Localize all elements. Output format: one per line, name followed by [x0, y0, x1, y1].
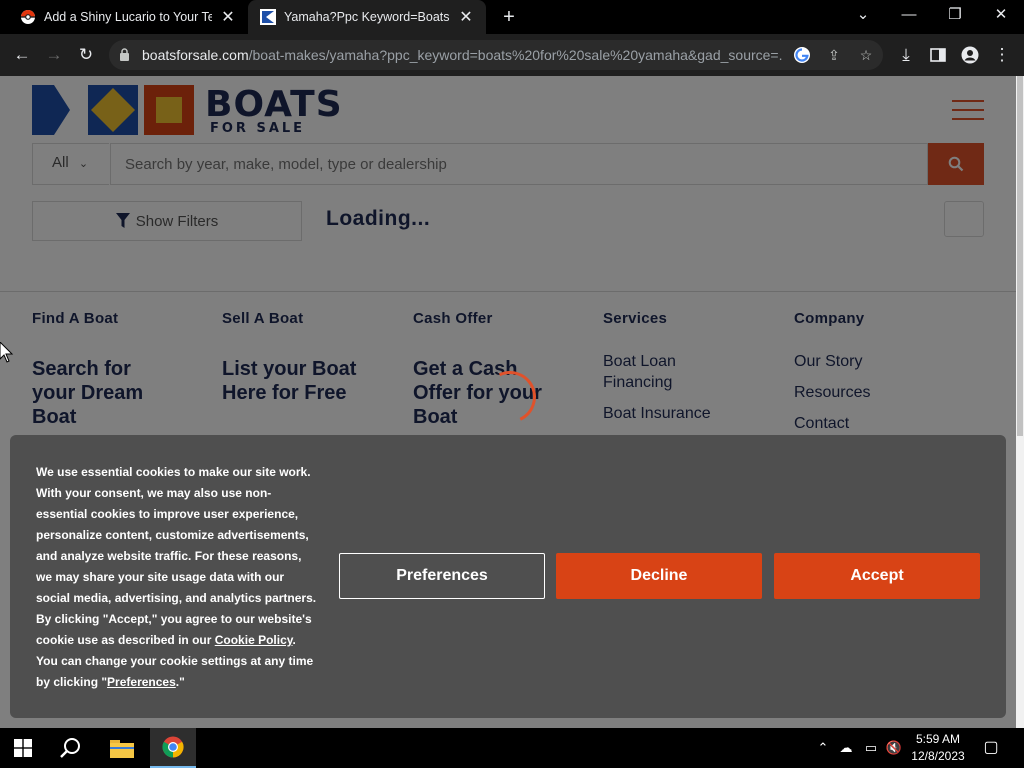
close-window-button[interactable]: ✕	[978, 0, 1024, 34]
back-icon[interactable]: ←	[8, 41, 36, 69]
download-icon[interactable]: ⤓	[892, 41, 920, 69]
mouse-cursor-icon	[0, 342, 14, 363]
sidepanel-icon[interactable]	[924, 41, 952, 69]
preferences-link[interactable]: Preferences	[107, 675, 176, 689]
pokeball-icon	[21, 10, 35, 24]
star-icon[interactable]: ☆	[856, 45, 876, 65]
boats-favicon	[260, 9, 276, 25]
tab-search-icon[interactable]: ⌄	[840, 0, 886, 34]
chevron-up-icon[interactable]: ⌃	[814, 738, 832, 758]
address-bar[interactable]: boatsforsale.com/boat-makes/yamaha?ppc_k…	[109, 40, 883, 70]
close-icon[interactable]: ✕	[458, 7, 474, 27]
close-icon[interactable]: ✕	[220, 7, 236, 27]
volume-icon[interactable]: 🔇	[885, 738, 903, 758]
scrollbar[interactable]	[1016, 76, 1024, 728]
taskbar-clock[interactable]: 5:59 AM 12/8/2023	[908, 731, 968, 765]
clock-date: 12/8/2023	[911, 749, 965, 763]
lock-icon	[120, 48, 129, 61]
minimize-button[interactable]: —	[886, 0, 932, 34]
tab-lucario[interactable]: Add a Shiny Lucario to Your Team ✕	[8, 0, 248, 34]
new-tab-button[interactable]: +	[497, 6, 521, 28]
profile-icon[interactable]	[956, 41, 984, 69]
network-icon[interactable]: ▭	[862, 738, 880, 758]
windows-icon[interactable]	[0, 728, 46, 768]
browser-toolbar: ← → ↻ boatsforsale.com/boat-makes/yamaha…	[0, 34, 1024, 76]
decline-button[interactable]: Decline	[556, 553, 762, 599]
cookie-banner: We use essential cookies to make our sit…	[10, 435, 1006, 718]
forward-icon[interactable]: →	[40, 41, 68, 69]
search-taskbar-icon[interactable]	[48, 728, 94, 768]
tab-yamaha[interactable]: Yamaha?Ppc Keyword=Boats%20 ✕	[248, 0, 486, 34]
share-icon[interactable]: ⇪	[824, 45, 844, 65]
chrome-icon[interactable]	[150, 728, 196, 768]
tab-title: Yamaha?Ppc Keyword=Boats%20	[284, 10, 450, 24]
notification-icon[interactable]: ▢	[982, 738, 1000, 758]
clock-time: 5:59 AM	[915, 732, 961, 746]
restore-button[interactable]: ❐	[932, 0, 978, 34]
preferences-button[interactable]: Preferences	[339, 553, 545, 599]
browser-tab-bar: Add a Shiny Lucario to Your Team ✕ Yamah…	[0, 0, 1024, 34]
tab-title: Add a Shiny Lucario to Your Team	[44, 10, 212, 24]
folder-icon[interactable]	[99, 728, 145, 768]
cookie-message: We use essential cookies to make our sit…	[36, 465, 317, 689]
windows-taskbar: ⌃ ☁ ▭ 🔇 5:59 AM 12/8/2023 ▢	[0, 728, 1024, 768]
menu-icon[interactable]: ⋮	[988, 41, 1016, 69]
reload-icon[interactable]: ↻	[72, 41, 100, 69]
onedrive-icon[interactable]: ☁	[837, 738, 855, 758]
accept-button[interactable]: Accept	[774, 553, 980, 599]
url-text[interactable]: boatsforsale.com/boat-makes/yamaha?ppc_k…	[142, 47, 782, 63]
google-icon[interactable]	[792, 45, 812, 65]
cookie-policy-link[interactable]: Cookie Policy	[215, 633, 293, 647]
scrollbar-thumb[interactable]	[1017, 76, 1023, 436]
